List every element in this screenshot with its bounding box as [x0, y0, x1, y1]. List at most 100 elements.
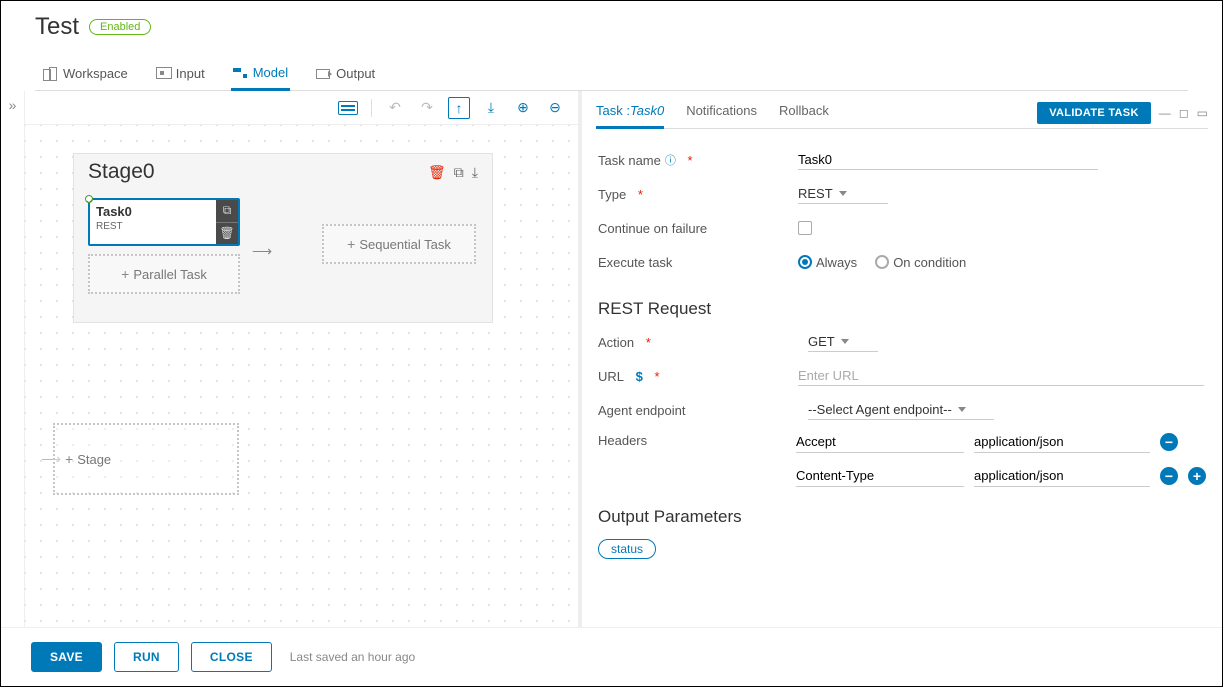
divider	[371, 99, 372, 117]
keyboard-button[interactable]	[337, 97, 359, 119]
execute-task-label: Execute task	[598, 255, 798, 270]
expand-up-button[interactable]: ↑	[448, 97, 470, 119]
canvas-toolbar: ↶ ↷ ↑ ⤓ ⊕ ⊖	[25, 91, 578, 125]
tab-workspace-label: Workspace	[63, 66, 128, 81]
rest-request-heading: REST Request	[598, 299, 1206, 319]
stage-container[interactable]: Stage0 🗑 ⧉ ⤓ Task0 REST	[73, 153, 493, 323]
validate-task-button[interactable]: VALIDATE TASK	[1037, 102, 1150, 124]
remove-header-button[interactable]: −	[1160, 467, 1178, 485]
run-button[interactable]: RUN	[114, 642, 179, 672]
type-value: REST	[798, 186, 833, 201]
output-param-chip[interactable]: status	[598, 539, 656, 559]
task-type: REST	[96, 221, 210, 232]
agent-endpoint-select[interactable]: --Select Agent endpoint--	[808, 400, 994, 420]
add-parallel-task[interactable]: + Parallel Task	[88, 254, 240, 294]
header-value-input[interactable]	[974, 431, 1150, 453]
status-badge: Enabled	[89, 19, 151, 35]
workspace-icon	[43, 67, 57, 81]
variable-icon[interactable]: $	[636, 369, 643, 384]
last-saved-text: Last saved an hour ago	[290, 650, 415, 664]
add-sequential-task[interactable]: + Sequential Task	[322, 224, 476, 264]
download-button[interactable]: ⤓	[480, 97, 502, 119]
continue-on-failure-label: Continue on failure	[598, 221, 798, 236]
close-button[interactable]: CLOSE	[191, 642, 272, 672]
plus-icon: +	[65, 451, 73, 467]
header-key-input[interactable]	[796, 465, 964, 487]
restore-icon[interactable]: ◻	[1179, 106, 1189, 120]
agent-endpoint-label: Agent endpoint	[598, 403, 798, 418]
action-label: Action	[598, 335, 634, 350]
minimize-icon[interactable]: —	[1159, 106, 1171, 120]
maximize-icon[interactable]: ▭	[1197, 106, 1208, 120]
type-label: Type	[598, 187, 626, 202]
required-marker: *	[655, 369, 660, 384]
delete-task-icon[interactable]: 🗑	[216, 223, 238, 245]
required-marker: *	[646, 335, 651, 350]
redo-button[interactable]: ↷	[416, 97, 438, 119]
ph-parallel-label: Parallel Task	[133, 267, 206, 282]
detail-tab-notifications[interactable]: Notifications	[686, 97, 757, 128]
headers-label: Headers	[598, 427, 787, 448]
keyboard-icon	[338, 101, 358, 115]
output-icon	[316, 67, 330, 81]
undo-button[interactable]: ↶	[384, 97, 406, 119]
execute-always-label: Always	[816, 255, 857, 270]
page-title: Test	[35, 13, 79, 41]
execute-on-condition-radio[interactable]	[875, 255, 889, 269]
info-icon[interactable]: ⓘ	[665, 152, 676, 168]
collapse-stage-icon[interactable]: ⤓	[472, 164, 478, 181]
continue-on-failure-checkbox[interactable]	[798, 221, 812, 235]
tab-workspace[interactable]: Workspace	[41, 60, 130, 89]
task-status-icon	[85, 195, 93, 203]
plus-icon: +	[121, 266, 129, 282]
action-value: GET	[808, 334, 835, 349]
output-parameters-heading: Output Parameters	[598, 507, 1206, 527]
tab-output[interactable]: Output	[314, 60, 377, 89]
add-stage[interactable]: + Stage	[53, 423, 239, 495]
detail-tab-task-prefix: Task :	[596, 103, 630, 118]
model-icon	[233, 66, 247, 80]
pipeline-canvas[interactable]: Stage0 🗑 ⧉ ⤓ Task0 REST	[25, 125, 578, 627]
tab-input[interactable]: Input	[154, 60, 207, 89]
detail-tab-rollback[interactable]: Rollback	[779, 97, 829, 128]
delete-stage-icon[interactable]: 🗑	[428, 164, 446, 181]
stage-title: Stage0	[88, 160, 155, 184]
ph-stage-label: Stage	[77, 452, 111, 467]
remove-header-button[interactable]: −	[1160, 433, 1178, 451]
detail-tab-task-name: Task0	[630, 103, 664, 118]
input-icon	[156, 67, 170, 81]
header-key-input[interactable]	[796, 431, 964, 453]
agent-endpoint-value: --Select Agent endpoint--	[808, 402, 952, 417]
header-value-input[interactable]	[974, 465, 1150, 487]
zoom-out-button[interactable]: ⊖	[544, 97, 566, 119]
required-marker: *	[688, 153, 693, 168]
tab-model[interactable]: Model	[231, 59, 290, 91]
tab-model-label: Model	[253, 65, 288, 80]
task-card[interactable]: Task0 REST ⧉ 🗑	[88, 198, 240, 246]
add-header-button[interactable]: +	[1188, 467, 1206, 485]
save-button[interactable]: SAVE	[31, 642, 102, 672]
chevron-down-icon	[958, 407, 966, 412]
zoom-in-button[interactable]: ⊕	[512, 97, 534, 119]
action-select[interactable]: GET	[808, 332, 878, 352]
arrow-icon: ⟶	[252, 243, 272, 260]
tab-input-label: Input	[176, 66, 205, 81]
task-name: Task0	[96, 204, 210, 219]
copy-stage-icon[interactable]: ⧉	[454, 164, 464, 181]
required-marker: *	[638, 187, 643, 202]
detail-tab-task[interactable]: Task :Task0	[596, 97, 664, 129]
main-tabs: Workspace Input Model Output	[35, 59, 1188, 91]
type-select[interactable]: REST	[798, 184, 888, 204]
collapse-handle[interactable]: »	[1, 91, 25, 627]
chevron-down-icon	[839, 191, 847, 196]
ph-seq-label: Sequential Task	[359, 237, 451, 252]
execute-condition-label: On condition	[893, 255, 966, 270]
url-label: URL	[598, 369, 624, 384]
plus-icon: +	[347, 236, 355, 252]
tab-output-label: Output	[336, 66, 375, 81]
copy-task-icon[interactable]: ⧉	[216, 200, 238, 223]
task-name-input[interactable]	[798, 150, 1098, 170]
task-name-label: Task name	[598, 153, 661, 168]
url-input[interactable]	[798, 366, 1204, 386]
execute-always-radio[interactable]	[798, 255, 812, 269]
